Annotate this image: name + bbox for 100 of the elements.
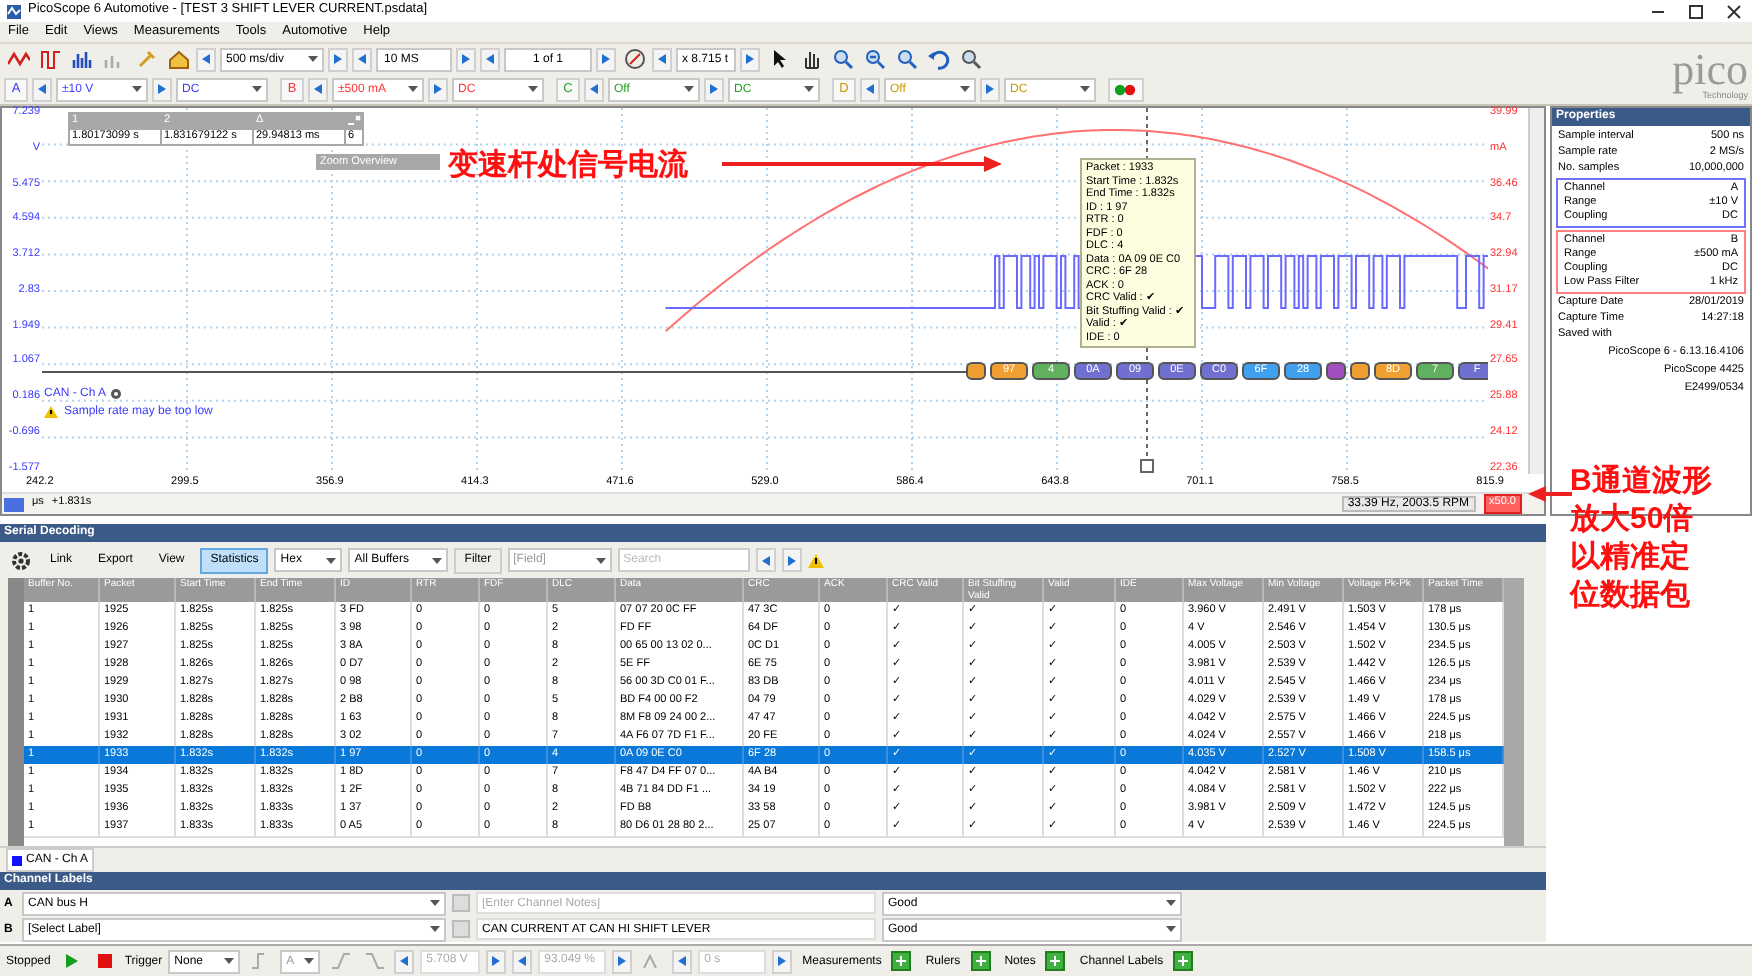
previous-button[interactable] <box>480 47 500 72</box>
zoom-fit-icon <box>895 48 917 71</box>
note-arrow <box>1528 486 1572 502</box>
previous-button[interactable] <box>672 949 693 973</box>
next-button[interactable] <box>772 949 793 973</box>
home-icon <box>167 48 189 71</box>
caret-icon <box>132 86 142 93</box>
previous-button[interactable] <box>196 47 216 72</box>
unit-button[interactable] <box>4 497 24 511</box>
left-triangle-icon <box>678 956 687 966</box>
two-dots-icon <box>1114 83 1138 96</box>
add-button[interactable] <box>966 947 995 975</box>
zoom-overview-button[interactable] <box>956 45 984 74</box>
next-button[interactable] <box>486 949 507 973</box>
left-triangle-icon <box>202 54 210 65</box>
next-button[interactable] <box>328 47 348 72</box>
left-triangle-icon <box>358 54 366 65</box>
left-triangle-icon <box>518 956 527 966</box>
previous-button[interactable] <box>32 77 52 102</box>
caret-icon <box>430 900 440 906</box>
add-button[interactable] <box>887 947 916 975</box>
left-triangle-icon <box>486 54 494 65</box>
previous-button[interactable] <box>512 949 533 973</box>
caret-icon <box>684 86 694 93</box>
right-triangle-icon <box>158 84 166 95</box>
previous-button[interactable] <box>584 77 604 102</box>
persistence-mode-icon <box>39 48 61 71</box>
logo-text: pico <box>1672 47 1748 92</box>
right-triangle-icon <box>434 84 442 95</box>
scope-mode-icon <box>7 48 29 71</box>
close-icon <box>346 114 362 128</box>
caret-icon <box>960 86 970 93</box>
right-triangle-icon <box>492 956 501 966</box>
compass-button[interactable] <box>620 45 648 74</box>
next-button[interactable] <box>596 47 616 72</box>
next-button[interactable] <box>428 77 448 102</box>
gear-icon <box>110 388 123 400</box>
settings-button[interactable] <box>6 546 34 574</box>
restore-icon <box>1688 3 1704 19</box>
caret-icon <box>528 86 538 93</box>
right-triangle-icon <box>618 956 627 966</box>
note-line: 以精准定 <box>1570 538 1692 576</box>
spectrum-mode-icon <box>71 48 93 71</box>
left-triangle-icon <box>38 84 46 95</box>
add-button[interactable] <box>1041 947 1070 975</box>
previous-button[interactable] <box>394 949 415 973</box>
right-triangle-icon <box>710 84 718 95</box>
next-button[interactable] <box>152 77 172 102</box>
caret-icon <box>252 86 262 93</box>
caret-icon <box>804 86 814 93</box>
zoom-fit-button[interactable] <box>892 45 920 74</box>
warning-icon <box>807 553 824 567</box>
left-triangle-icon <box>314 84 322 95</box>
right-triangle-icon <box>602 54 610 65</box>
vertical-scrollbar[interactable] <box>1528 108 1544 474</box>
square-icon <box>12 855 22 865</box>
right-triangle-icon <box>778 956 787 966</box>
next-button[interactable] <box>704 77 724 102</box>
add-button[interactable] <box>1169 947 1198 975</box>
stop-icon <box>93 950 116 972</box>
left-triangle-icon <box>866 84 874 95</box>
left-triangle-icon <box>400 956 409 966</box>
next-button[interactable] <box>980 77 1000 102</box>
caret-icon <box>308 56 318 63</box>
undo-icon <box>927 48 949 71</box>
caret-icon <box>595 557 606 563</box>
home-button[interactable] <box>164 45 192 74</box>
previous-button[interactable] <box>308 77 328 102</box>
persistence-mode-button[interactable] <box>36 45 64 74</box>
right-triangle-icon <box>986 84 994 95</box>
next-button[interactable] <box>781 548 802 572</box>
next-button[interactable] <box>740 47 760 72</box>
undo-button[interactable] <box>924 45 952 74</box>
right-triangle-icon <box>462 54 470 65</box>
probe-icon <box>135 48 157 71</box>
add-icon <box>1172 950 1195 972</box>
caret-icon <box>1166 900 1176 906</box>
caret-icon <box>326 557 337 563</box>
zoom-in-icon <box>831 48 853 71</box>
next-button[interactable] <box>612 949 633 973</box>
zoom-in-button[interactable] <box>828 45 856 74</box>
next-button[interactable] <box>456 47 476 72</box>
previous-button[interactable] <box>652 47 672 72</box>
zoom-out-button[interactable] <box>860 45 888 74</box>
previous-button[interactable] <box>755 548 776 572</box>
left-triangle-icon <box>761 555 770 565</box>
previous-button[interactable] <box>352 47 372 72</box>
right-triangle-icon <box>746 54 754 65</box>
signal-generator-button[interactable] <box>1108 77 1144 102</box>
zoom-out-icon <box>863 48 885 71</box>
caret-icon <box>224 958 235 964</box>
vertical-scrollbar[interactable] <box>1504 578 1524 846</box>
note-line: 位数据包 <box>1570 576 1692 614</box>
previous-button[interactable] <box>860 77 880 102</box>
caret-icon <box>1080 86 1090 93</box>
warning-icon <box>44 406 58 418</box>
caret-icon <box>408 86 418 93</box>
settings-icon <box>9 549 31 571</box>
right-triangle-icon <box>787 555 796 565</box>
annotation-text: 变速杆处信号电流 <box>448 150 688 180</box>
